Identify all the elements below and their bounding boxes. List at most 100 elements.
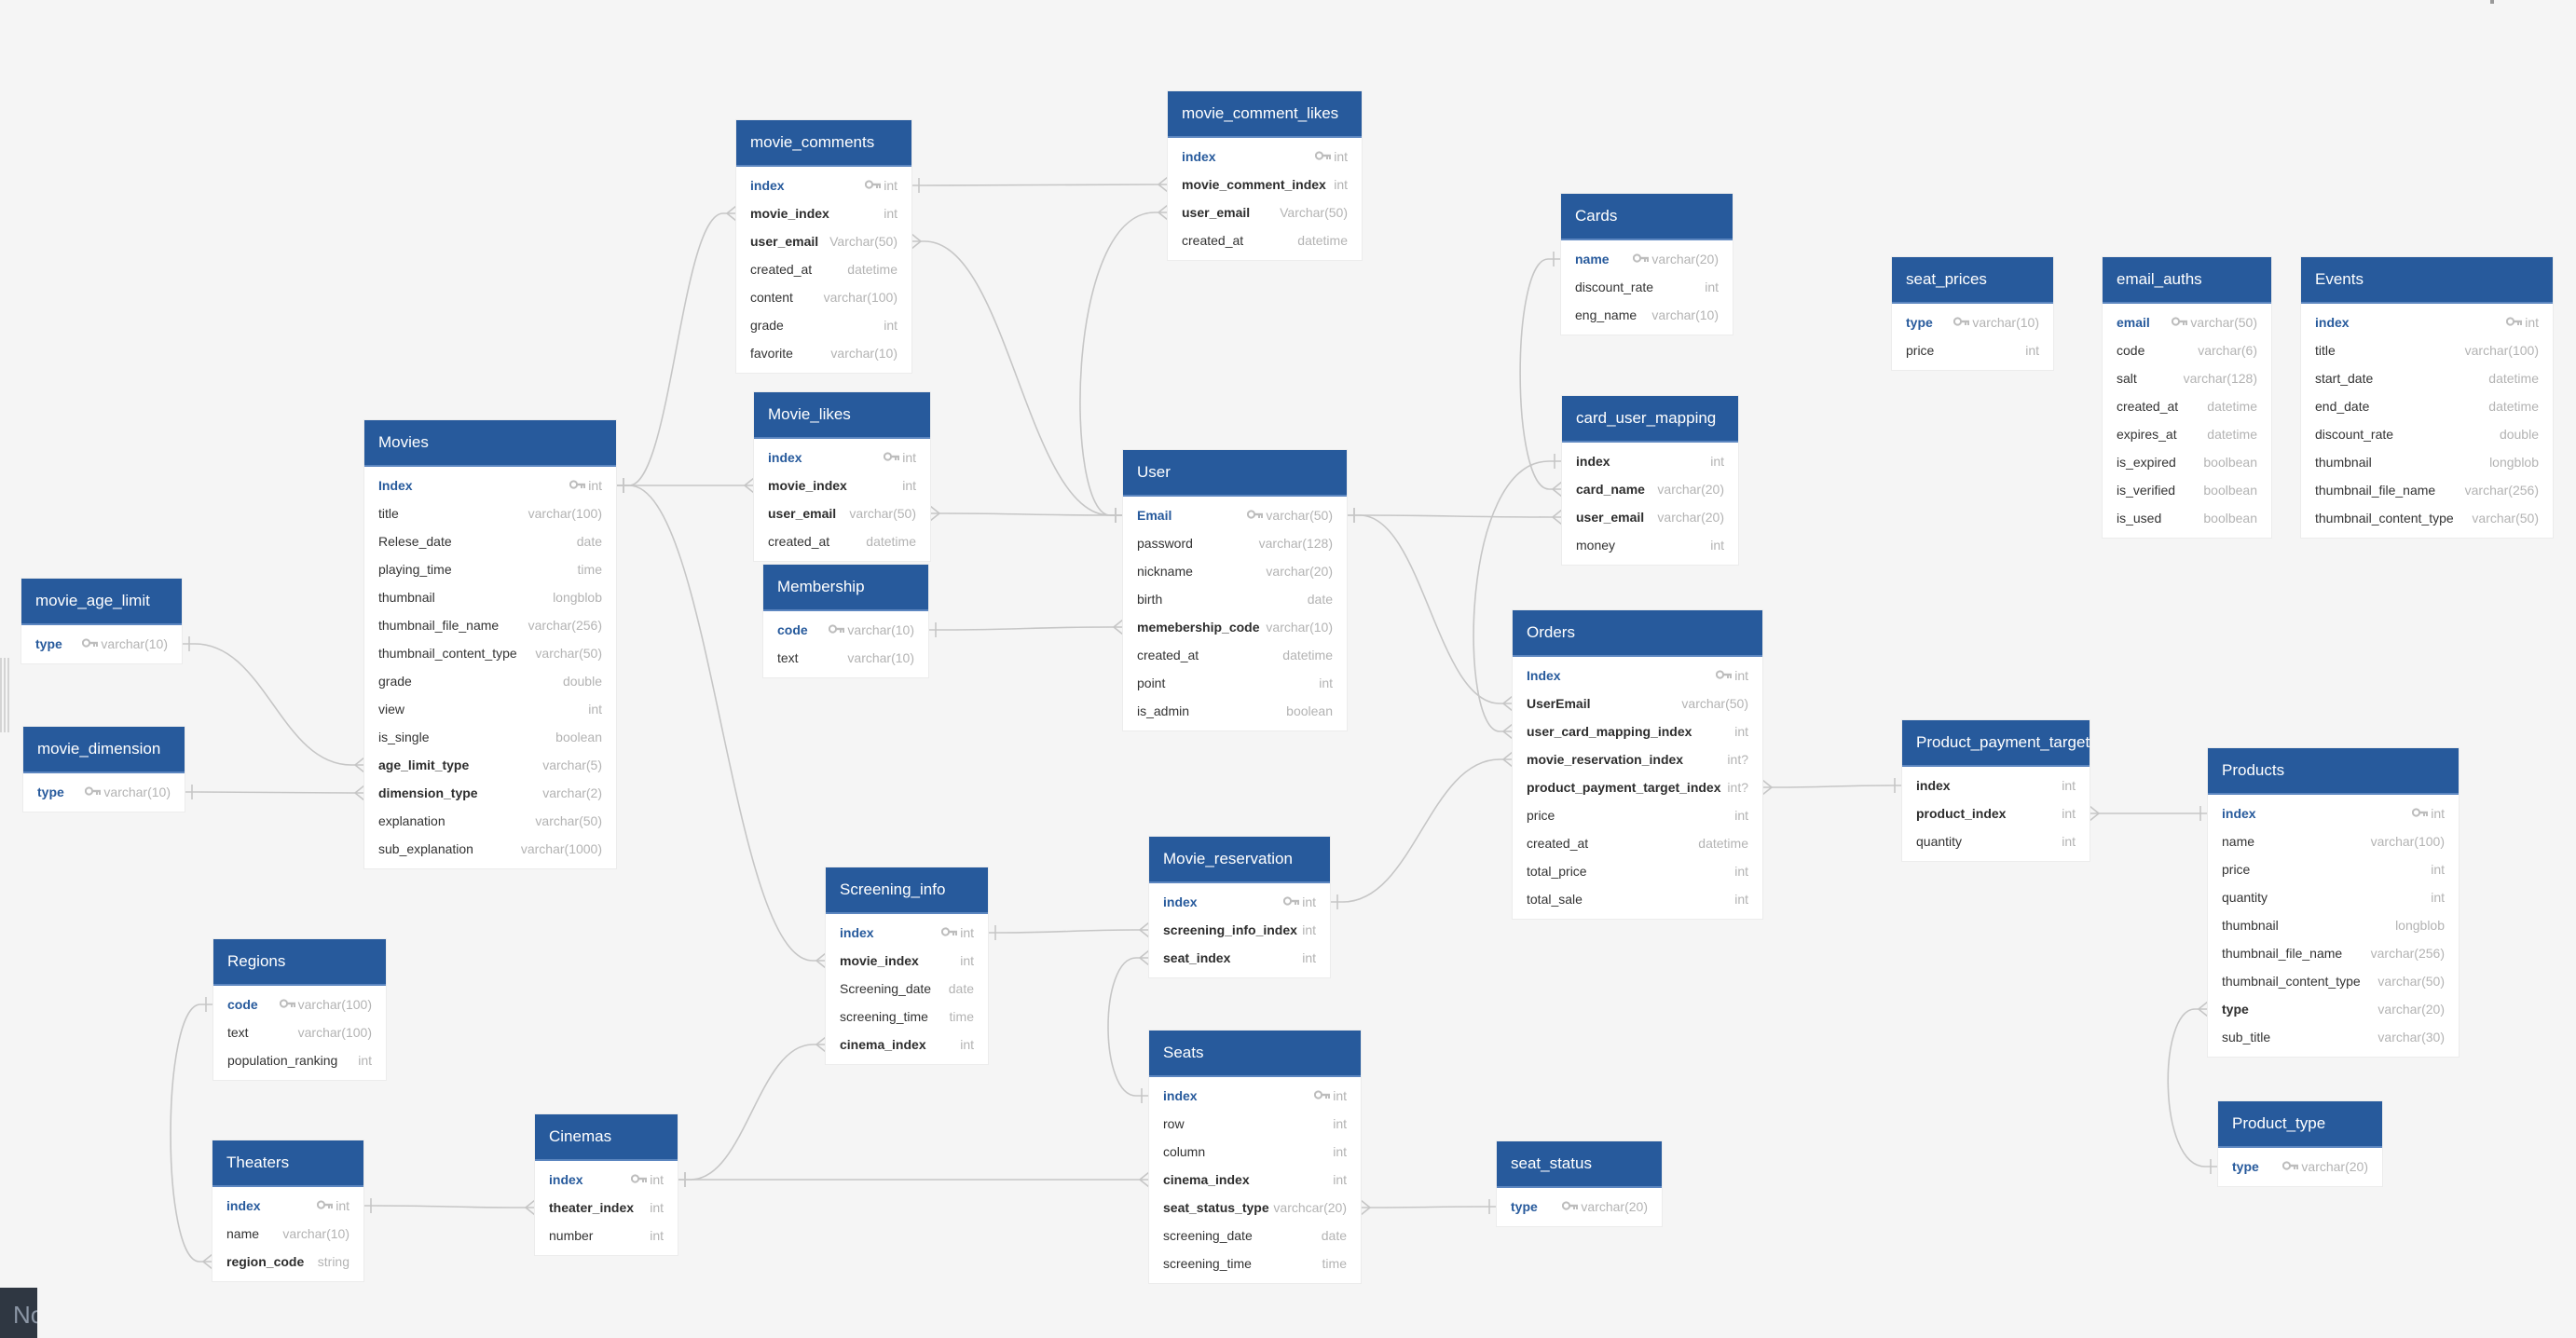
field-row[interactable]: seat_index int bbox=[1149, 944, 1330, 972]
field-row[interactable]: movie_index int bbox=[754, 471, 930, 499]
field-row[interactable]: thumbnail_file_name varchar(256) bbox=[364, 611, 616, 639]
field-row[interactable]: Screening_date date bbox=[826, 975, 988, 1003]
field-row[interactable]: thumbnail_content_type varchar(50) bbox=[364, 639, 616, 667]
field-row[interactable]: screening_date date bbox=[1149, 1222, 1361, 1249]
field-row[interactable]: Relese_date date bbox=[364, 527, 616, 555]
field-row[interactable]: age_limit_type varchar(5) bbox=[364, 751, 616, 779]
field-row[interactable]: created_at datetime bbox=[1513, 829, 1762, 857]
table-header[interactable]: movie_dimension bbox=[23, 727, 185, 773]
diagram-canvas[interactable]: movie_comments index int movie_index int user… bbox=[0, 0, 2576, 1338]
field-row[interactable]: grade int bbox=[736, 311, 911, 339]
table-user[interactable]: User Email varchar(50) password varchar(128)… bbox=[1123, 450, 1347, 730]
table-regions[interactable]: Regions code varchar(100) text varchar(100) p… bbox=[213, 939, 386, 1080]
field-row[interactable]: favorite varchar(10) bbox=[736, 339, 911, 367]
field-row[interactable]: is_single boolean bbox=[364, 723, 616, 751]
field-row[interactable]: created_at datetime bbox=[2103, 392, 2271, 420]
field-row[interactable]: thumbnail longblob bbox=[364, 583, 616, 611]
field-row[interactable]: name varchar(10) bbox=[212, 1220, 363, 1248]
table-header[interactable]: seat_prices bbox=[1892, 257, 2053, 304]
field-row[interactable]: dimension_type varchar(2) bbox=[364, 779, 616, 807]
field-row[interactable]: user_email varchar(50) bbox=[754, 499, 930, 527]
field-row[interactable]: quantity int bbox=[1902, 827, 2090, 855]
field-row[interactable]: screening_info_index int bbox=[1149, 916, 1330, 944]
field-row[interactable]: product_payment_target_index int? bbox=[1513, 773, 1762, 801]
field-row[interactable]: number int bbox=[535, 1222, 678, 1249]
field-row[interactable]: total_sale int bbox=[1513, 885, 1762, 913]
field-row[interactable]: user_email Varchar(50) bbox=[736, 227, 911, 255]
field-row[interactable]: screening_time time bbox=[1149, 1249, 1361, 1277]
field-row[interactable]: eng_name varchar(10) bbox=[1561, 301, 1733, 329]
field-row[interactable]: explanation varchar(50) bbox=[364, 807, 616, 835]
field-row[interactable]: card_name varchar(20) bbox=[1562, 475, 1738, 503]
table-header[interactable]: Membership bbox=[763, 565, 928, 611]
table-cards[interactable]: Cards name varchar(20) discount_rate int eng_… bbox=[1561, 194, 1733, 334]
field-row[interactable]: Email varchar(50) bbox=[1123, 501, 1347, 529]
field-row[interactable]: price int bbox=[1513, 801, 1762, 829]
field-row[interactable]: type varchar(10) bbox=[23, 778, 185, 806]
field-row[interactable]: salt varchar(128) bbox=[2103, 364, 2271, 392]
field-row[interactable]: code varchar(100) bbox=[213, 990, 386, 1018]
field-row[interactable]: thumbnail longblob bbox=[2301, 448, 2553, 476]
table-header[interactable]: Movie_likes bbox=[754, 392, 930, 439]
field-row[interactable]: UserEmail varchar(50) bbox=[1513, 689, 1762, 717]
field-row[interactable]: Index int bbox=[1513, 662, 1762, 689]
field-row[interactable]: user_email Varchar(50) bbox=[1168, 198, 1362, 226]
field-row[interactable]: index int bbox=[1149, 1082, 1361, 1110]
table-header[interactable]: movie_comment_likes bbox=[1168, 91, 1362, 138]
table-orders[interactable]: Orders Index int UserEmail varchar(50) user_c… bbox=[1513, 610, 1762, 919]
field-row[interactable]: thumbnail longblob bbox=[2208, 911, 2459, 939]
field-row[interactable]: type varchar(20) bbox=[2208, 995, 2459, 1023]
table-seat-status[interactable]: seat_status type varchar(20) bbox=[1497, 1141, 1662, 1226]
field-row[interactable]: user_card_mapping_index int bbox=[1513, 717, 1762, 745]
table-header[interactable]: Regions bbox=[213, 939, 386, 986]
field-row[interactable]: screening_time time bbox=[826, 1003, 988, 1031]
table-movie-likes[interactable]: Movie_likes index int movie_index int user_em… bbox=[754, 392, 930, 561]
field-row[interactable]: created_at datetime bbox=[1123, 641, 1347, 669]
field-row[interactable]: type varchar(10) bbox=[21, 630, 182, 658]
table-header[interactable]: Product_type bbox=[2218, 1101, 2382, 1148]
field-row[interactable]: is_used boolbean bbox=[2103, 504, 2271, 532]
table-products[interactable]: Products index int name varchar(100) price int… bbox=[2208, 748, 2459, 1057]
field-row[interactable]: is_admin boolean bbox=[1123, 697, 1347, 725]
field-row[interactable]: discount_rate int bbox=[1561, 273, 1733, 301]
field-row[interactable]: index int bbox=[2301, 308, 2553, 336]
table-header[interactable]: seat_status bbox=[1497, 1141, 1662, 1188]
field-row[interactable]: sub_explanation varchar(1000) bbox=[364, 835, 616, 863]
field-row[interactable]: index int bbox=[826, 919, 988, 947]
table-header[interactable]: Movie_reservation bbox=[1149, 837, 1330, 883]
field-row[interactable]: start_date datetime bbox=[2301, 364, 2553, 392]
notes-panel-toggle[interactable]: No bbox=[0, 1288, 37, 1338]
field-row[interactable]: population_ranking int bbox=[213, 1046, 386, 1074]
field-row[interactable]: view int bbox=[364, 695, 616, 723]
field-row[interactable]: nickname varchar(20) bbox=[1123, 557, 1347, 585]
field-row[interactable]: movie_reservation_index int? bbox=[1513, 745, 1762, 773]
field-row[interactable]: index int bbox=[1902, 771, 2090, 799]
table-product-type[interactable]: Product_type type varchar(20) bbox=[2218, 1101, 2382, 1186]
table-seat-prices[interactable]: seat_prices type varchar(10) price int bbox=[1892, 257, 2053, 370]
field-row[interactable]: thumbnail_file_name varchar(256) bbox=[2208, 939, 2459, 967]
field-row[interactable]: cinema_index int bbox=[1149, 1166, 1361, 1194]
field-row[interactable]: password varchar(128) bbox=[1123, 529, 1347, 557]
field-row[interactable]: index int bbox=[535, 1166, 678, 1194]
field-row[interactable]: index int bbox=[2208, 799, 2459, 827]
table-product-payment-target[interactable]: Product_payment_target index int product_in… bbox=[1902, 720, 2090, 861]
table-events[interactable]: Events index int title varchar(100) start_dat… bbox=[2301, 257, 2553, 538]
table-header[interactable]: email_auths bbox=[2103, 257, 2271, 304]
field-row[interactable]: type varchar(20) bbox=[1497, 1193, 1662, 1221]
table-movie-age-limit[interactable]: movie_age_limit type varchar(10) bbox=[21, 579, 182, 663]
field-row[interactable]: price int bbox=[1892, 336, 2053, 364]
field-row[interactable]: column int bbox=[1149, 1138, 1361, 1166]
field-row[interactable]: movie_comment_index int bbox=[1168, 171, 1362, 198]
field-row[interactable]: memebership_code varchar(10) bbox=[1123, 613, 1347, 641]
field-row[interactable]: expires_at datetime bbox=[2103, 420, 2271, 448]
table-card-user-mapping[interactable]: card_user_mapping index int card_name varcha… bbox=[1562, 396, 1738, 565]
field-row[interactable]: user_email varchar(20) bbox=[1562, 503, 1738, 531]
field-row[interactable]: index int bbox=[1168, 143, 1362, 171]
field-row[interactable]: price int bbox=[2208, 855, 2459, 883]
field-row[interactable]: Index int bbox=[364, 471, 616, 499]
table-header[interactable]: Seats bbox=[1149, 1031, 1361, 1077]
field-row[interactable]: region_code string bbox=[212, 1248, 363, 1276]
field-row[interactable]: type varchar(10) bbox=[1892, 308, 2053, 336]
field-row[interactable]: row int bbox=[1149, 1110, 1361, 1138]
table-header[interactable]: Product_payment_target bbox=[1902, 720, 2090, 767]
